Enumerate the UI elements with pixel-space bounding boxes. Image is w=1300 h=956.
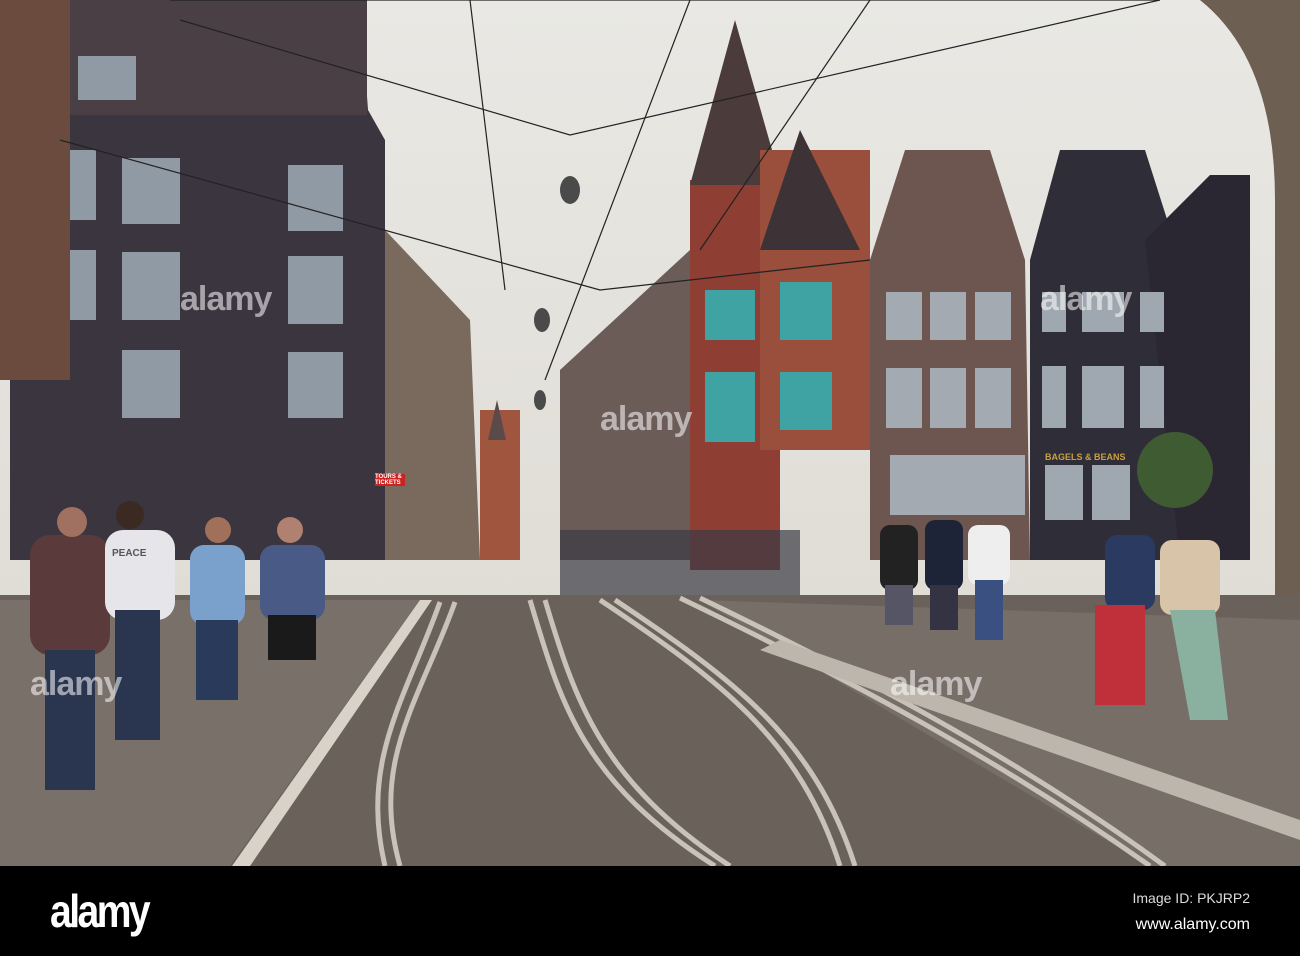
- watermark: alamy: [890, 665, 982, 703]
- tours-sign: TOURS & TICKETS: [375, 474, 405, 486]
- alamy-logo: alamy: [50, 885, 151, 937]
- watermark: alamy: [1040, 280, 1132, 318]
- street-photo: BAGELS & BEANS TOURS & TICKETS PEACE ala…: [0, 0, 1300, 866]
- watermark: alamy: [600, 400, 692, 438]
- tree: [1137, 432, 1213, 508]
- website-link[interactable]: www.alamy.com: [1136, 916, 1250, 934]
- shop-sign: BAGELS & BEANS: [1045, 452, 1126, 462]
- image-id: Image ID: PKJRP2: [1132, 890, 1251, 906]
- corner-building: [0, 0, 70, 380]
- shirt-text: PEACE: [112, 548, 147, 559]
- watermark: alamy: [180, 280, 272, 318]
- footer-strip: alamy Image ID: PKJRP2 www.alamy.com: [0, 866, 1300, 956]
- watermark: alamy: [30, 665, 122, 703]
